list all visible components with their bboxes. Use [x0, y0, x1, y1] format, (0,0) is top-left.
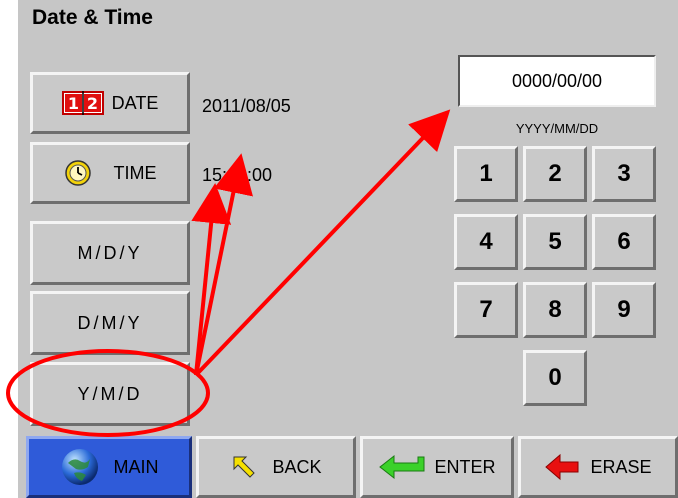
- key-7-label: 7: [479, 296, 493, 323]
- key-8[interactable]: 8: [523, 282, 587, 338]
- back-button-label: BACK: [272, 456, 322, 477]
- key-4[interactable]: 4: [454, 214, 518, 270]
- key-5[interactable]: 5: [523, 214, 587, 270]
- key-1-label: 1: [479, 160, 493, 187]
- erase-button[interactable]: ERASE: [518, 436, 678, 498]
- dmy-format-button[interactable]: D/M/Y: [30, 291, 190, 355]
- key-6-label: 6: [617, 228, 631, 255]
- calendar-icon: 1 2: [61, 91, 104, 115]
- key-3-label: 3: [617, 160, 631, 187]
- globe-icon: [60, 447, 100, 487]
- key-5-label: 5: [548, 228, 562, 255]
- key-4-label: 4: [479, 228, 493, 255]
- key-0[interactable]: 0: [523, 350, 587, 406]
- key-9[interactable]: 9: [592, 282, 656, 338]
- date-time-screen: Date & Time 1 2 DATE TIME M/D/Y D/M/Y Y/…: [18, 0, 678, 498]
- key-7[interactable]: 7: [454, 282, 518, 338]
- back-arrow-icon: [230, 453, 258, 481]
- date-entry-value: 0000/00/00: [511, 70, 603, 91]
- date-entry-field[interactable]: 0000/00/00: [458, 55, 656, 107]
- enter-arrow-icon: [378, 453, 426, 481]
- current-date-value: 2011/08/05: [202, 96, 291, 116]
- main-button[interactable]: MAIN: [26, 436, 192, 498]
- back-button[interactable]: BACK: [196, 436, 356, 498]
- key-1[interactable]: 1: [454, 146, 518, 202]
- enter-button-label: ENTER: [434, 456, 496, 477]
- erase-arrow-icon: [544, 453, 580, 481]
- ymd-format-label: Y/M/D: [77, 383, 143, 404]
- main-button-label: MAIN: [113, 456, 159, 477]
- key-0-label: 0: [548, 364, 562, 391]
- time-button-label: TIME: [113, 162, 157, 183]
- erase-button-label: ERASE: [590, 456, 652, 477]
- time-button[interactable]: TIME: [30, 142, 190, 204]
- current-time-value: 15:48:00: [202, 165, 273, 185]
- date-button-label: DATE: [111, 92, 159, 113]
- enter-button[interactable]: ENTER: [360, 436, 514, 498]
- page-title: Date & Time: [32, 6, 153, 29]
- key-2[interactable]: 2: [523, 146, 587, 202]
- key-2-label: 2: [548, 160, 562, 187]
- key-3[interactable]: 3: [592, 146, 656, 202]
- svg-text:2: 2: [87, 94, 98, 113]
- clock-icon: [64, 159, 92, 187]
- mdy-format-label: M/D/Y: [77, 242, 143, 263]
- mdy-format-button[interactable]: M/D/Y: [30, 221, 190, 285]
- key-9-label: 9: [617, 296, 631, 323]
- dmy-format-label: D/M/Y: [77, 312, 143, 333]
- date-format-hint: YYYY/MM/DD: [515, 121, 599, 136]
- date-button[interactable]: 1 2 DATE: [30, 72, 190, 134]
- svg-text:1: 1: [68, 94, 79, 113]
- key-6[interactable]: 6: [592, 214, 656, 270]
- ymd-format-button[interactable]: Y/M/D: [30, 362, 190, 426]
- key-8-label: 8: [548, 296, 562, 323]
